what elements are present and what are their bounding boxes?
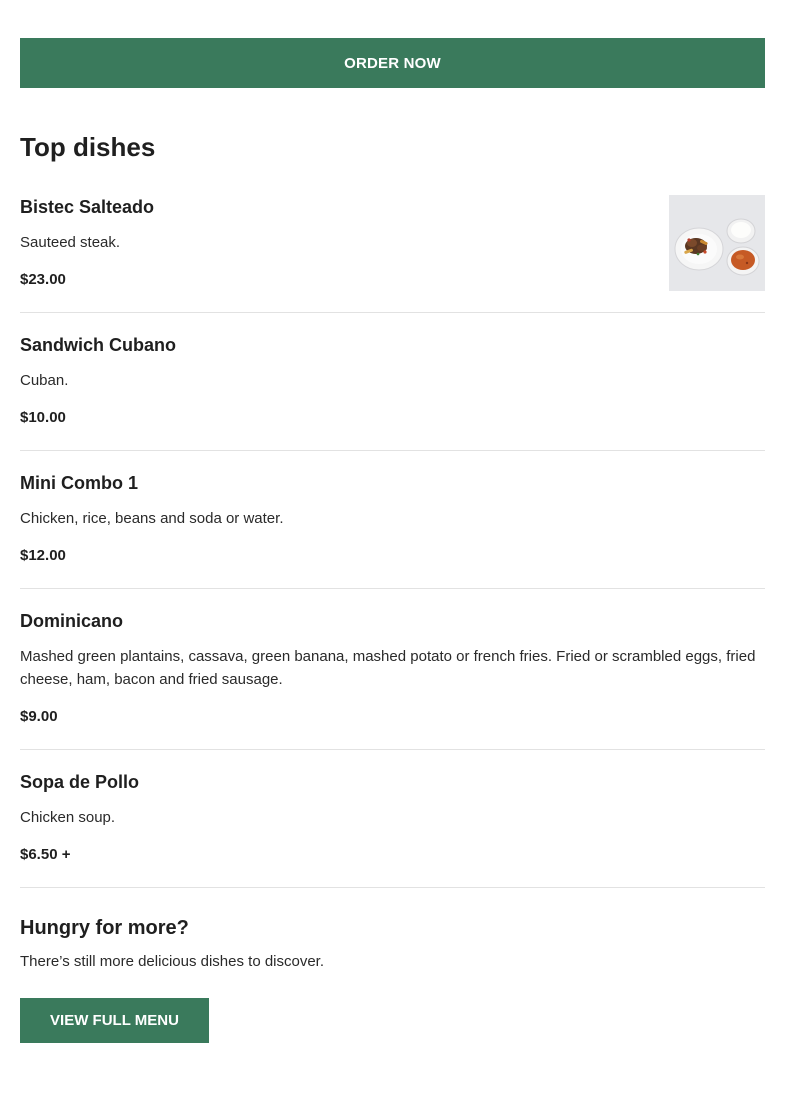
dish-description: Sauteed steak. xyxy=(20,234,121,251)
dish-name: Mini Combo 1 xyxy=(20,473,138,493)
plated-steak-photo xyxy=(669,195,765,291)
dish-price: $23.00 xyxy=(20,271,66,288)
view-full-menu-button[interactable]: VIEW FULL MENU xyxy=(20,998,209,1043)
dish-price: $10.00 xyxy=(20,409,66,426)
dish-description: Chicken, rice, beans and soda or water. xyxy=(20,510,284,527)
dish-list: Bistec Salteado Sauteed steak. $23.00 Sa… xyxy=(20,175,765,888)
dish-price: $12.00 xyxy=(20,547,66,564)
more-dishes-heading: Hungry for more? xyxy=(20,917,189,939)
dish-item-sopa-de-pollo[interactable]: Sopa de Pollo Chicken soup. $6.50 + xyxy=(20,750,765,888)
dish-name: Sopa de Pollo xyxy=(20,772,140,792)
dish-name: Bistec Salteado xyxy=(20,197,155,217)
dish-name: Sandwich Cubano xyxy=(20,335,177,355)
dish-item-sandwich-cubano[interactable]: Sandwich Cubano Cuban. $10.00 xyxy=(20,313,765,451)
more-dishes-text: There’s still more delicious dishes to d… xyxy=(20,953,325,970)
order-now-button[interactable]: ORDER NOW xyxy=(20,38,765,88)
dish-name: Dominicano xyxy=(20,611,124,631)
dish-photo xyxy=(669,195,765,291)
dish-description: Chicken soup. xyxy=(20,809,116,826)
dish-item-bistec-salteado[interactable]: Bistec Salteado Sauteed steak. $23.00 xyxy=(20,175,765,313)
dish-item-dominicano[interactable]: Dominicano Mashed green plantains, cassa… xyxy=(20,589,765,750)
dish-price: $9.00 xyxy=(20,708,58,725)
dish-item-mini-combo-1[interactable]: Mini Combo 1 Chicken, rice, beans and so… xyxy=(20,451,765,589)
dish-description: Cuban. xyxy=(20,372,69,389)
dish-price: $6.50 + xyxy=(20,846,71,863)
section-title: Top dishes xyxy=(20,132,156,162)
dish-description: Mashed green plantains, cassava, green b… xyxy=(20,648,756,688)
